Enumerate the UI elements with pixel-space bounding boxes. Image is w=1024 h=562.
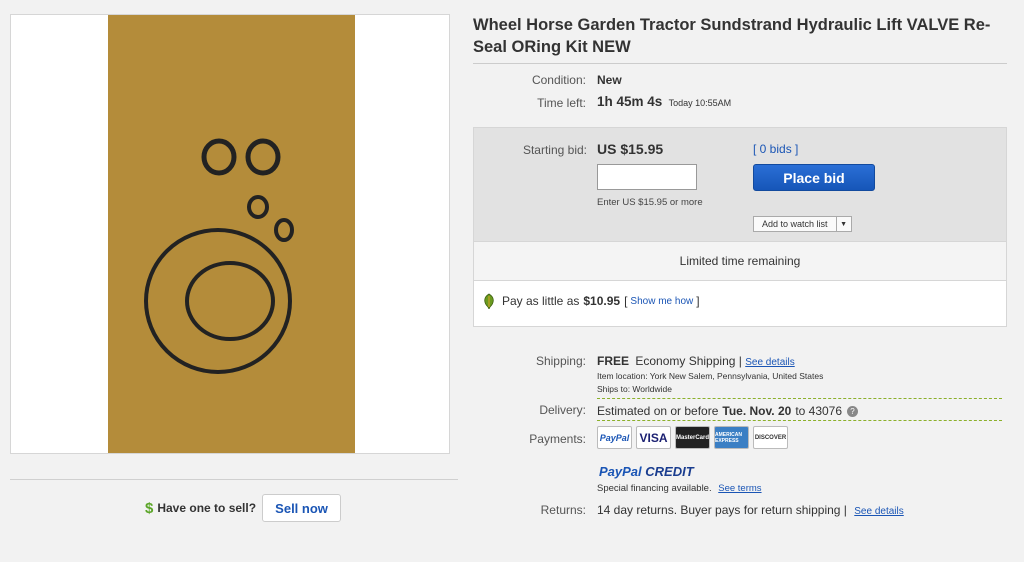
oring-kit-image [108, 15, 355, 453]
paypal-icon: PayPal [597, 426, 632, 449]
returns-see-details-link[interactable]: See details [854, 506, 903, 517]
payments-label: Payments: [529, 432, 586, 446]
help-icon[interactable]: ? [847, 405, 859, 417]
shipping-method: Economy Shipping [635, 354, 736, 368]
leaf-icon [484, 293, 494, 309]
divider [597, 398, 1002, 399]
see-terms-link[interactable]: See terms [718, 483, 761, 494]
shipping-see-details-link[interactable]: See details [745, 357, 794, 368]
show-me-how-link[interactable]: Show me how [630, 296, 693, 307]
shipping-value: FREE Economy Shipping | See details [597, 354, 795, 368]
delivery-value: Estimated on or before Tue. Nov. 20 to 4… [597, 404, 859, 418]
condition-value: New [597, 73, 622, 87]
condition-label: Condition: [531, 73, 586, 87]
time-left-value: 1h 45m 4s [597, 94, 663, 109]
bracket-close: ] [696, 294, 700, 308]
paypal-credit-part-a: PayPal [599, 464, 642, 479]
bid-hint: Enter US $15.95 or more [597, 197, 703, 208]
shipping-free: FREE [597, 354, 630, 368]
limited-time-banner: Limited time remaining [474, 241, 1006, 281]
delivery-label: Delivery: [539, 403, 586, 417]
listing-title: Wheel Horse Garden Tractor Sundstrand Hy… [473, 16, 991, 56]
dollar-icon: $ [145, 499, 154, 517]
visa-icon: VISA [636, 426, 671, 449]
place-bid-button[interactable]: Place bid [753, 164, 875, 191]
time-left: 1h 45m 4s Today 10:55AM [597, 94, 731, 109]
starting-bid-label: Starting bid: [522, 143, 587, 157]
delivery-date: Tue. Nov. 20 [722, 404, 792, 418]
mastercard-icon: MasterCard [675, 426, 710, 449]
returns-text: 14 day returns. Buyer pays for return sh… [597, 503, 847, 517]
returns-label: Returns: [540, 503, 586, 517]
pay-amount: $10.95 [583, 294, 621, 308]
item-location: Item location: York New Salem, Pennsylva… [597, 371, 824, 381]
pay-as-little-row: Pay as little as $10.95 [ Show me how ] [482, 293, 700, 309]
pay-prefix: Pay as little as [502, 294, 580, 308]
paypal-credit-part-b: CREDIT [645, 464, 694, 479]
financing-row: Special financing available. See terms [597, 483, 762, 494]
payment-logos: PayPal VISA MasterCard AMERICAN EXPRESS … [597, 426, 788, 449]
bracket-open: [ [624, 294, 628, 308]
sell-row: $ Have one to sell? Sell now [145, 494, 342, 522]
returns-value: 14 day returns. Buyer pays for return sh… [597, 503, 904, 517]
delivery-prefix: Estimated on or before [597, 404, 719, 418]
product-image-panel[interactable] [10, 14, 450, 454]
bid-amount-input[interactable] [597, 164, 697, 190]
bids-count-link[interactable]: [ 0 bids ] [753, 142, 798, 156]
bid-box: Starting bid: US $15.95 [ 0 bids ] Place… [473, 127, 1007, 327]
ships-to: Ships to: Worldwide [597, 384, 672, 394]
shipping-label: Shipping: [535, 354, 586, 368]
paypal-credit-logo: PayPal CREDIT [599, 464, 694, 479]
delivery-suffix: to 43076 [795, 404, 843, 418]
separator: | [738, 354, 742, 368]
bid-panel: Starting bid: US $15.95 [ 0 bids ] Place… [474, 128, 1006, 241]
sell-question: Have one to sell? [157, 501, 257, 515]
amex-icon: AMERICAN EXPRESS [714, 426, 749, 449]
starting-bid-value: US $15.95 [597, 141, 664, 157]
watch-list-label[interactable]: Add to watch list [754, 217, 837, 231]
product-photo[interactable] [108, 15, 355, 453]
sell-now-button[interactable]: Sell now [262, 494, 342, 522]
discover-icon: DISCOVER [753, 426, 788, 449]
financing-text: Special financing available. [597, 483, 712, 494]
divider [597, 420, 1002, 421]
left-divider [10, 479, 458, 480]
listing-page: $ Have one to sell? Sell now Wheel Horse… [0, 0, 1024, 562]
chevron-down-icon[interactable]: ▼ [837, 217, 851, 231]
add-to-watch-list-button[interactable]: Add to watch list ▼ [753, 216, 852, 232]
time-left-end: Today 10:55AM [668, 98, 732, 108]
time-left-label: Time left: [537, 96, 586, 110]
title-divider [473, 63, 1007, 64]
